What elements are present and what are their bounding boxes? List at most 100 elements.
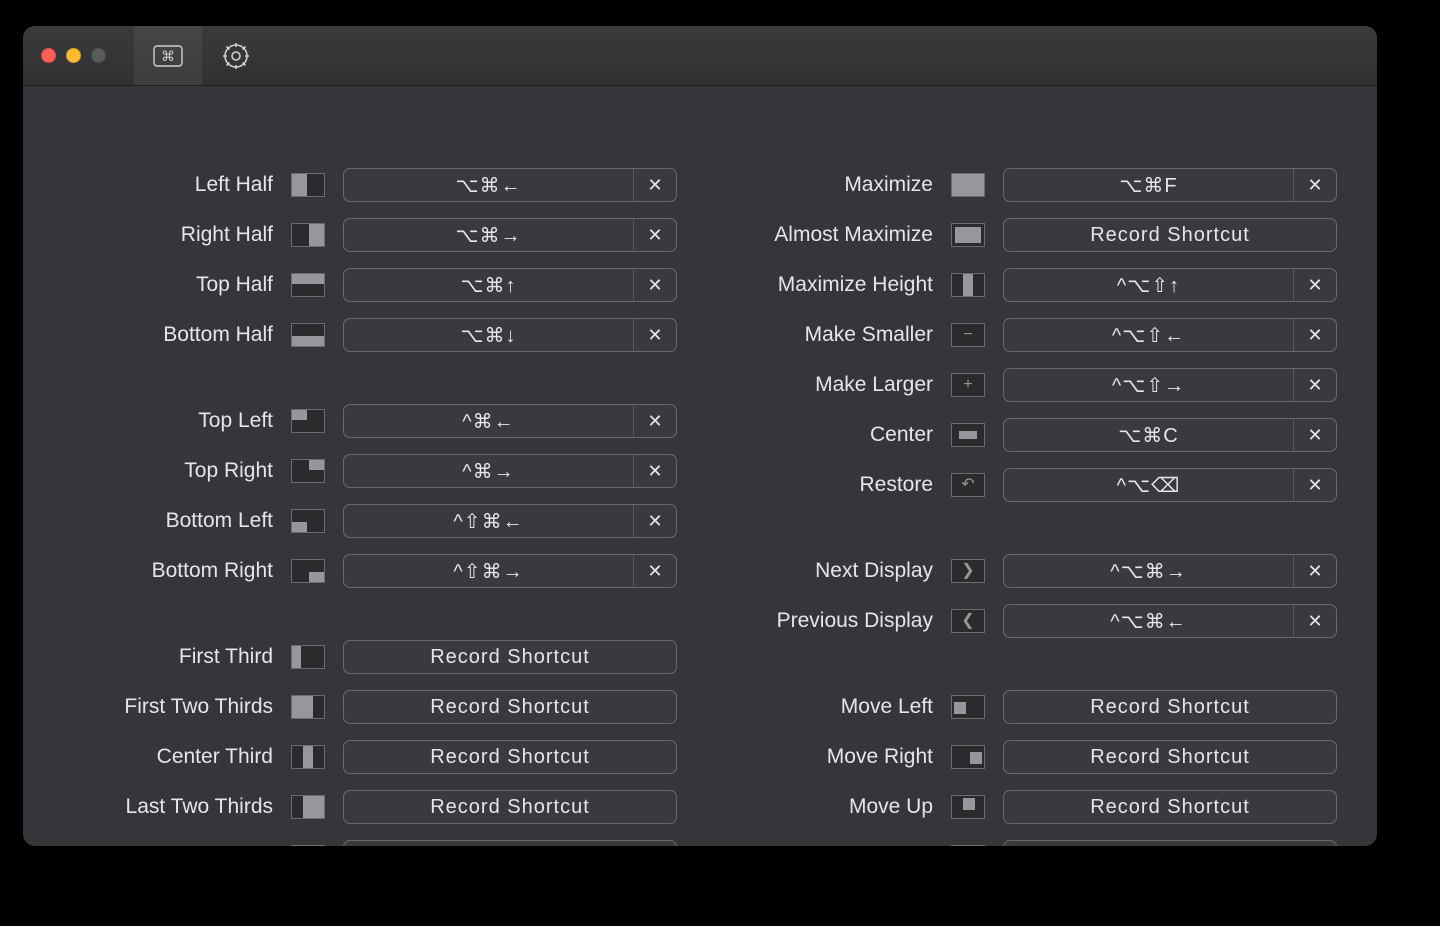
shortcut-button-move-down[interactable]: Record Shortcut xyxy=(1003,840,1337,846)
shortcut-control-center-third: Record Shortcut xyxy=(343,740,677,774)
clear-shortcut-center[interactable]: ✕ xyxy=(1293,418,1337,452)
layout-thumb-icon xyxy=(291,409,325,433)
shortcut-button-almost-maximize[interactable]: Record Shortcut xyxy=(1003,218,1337,252)
shortcut-control-bottom-half: ⌥⌘↓ ✕ xyxy=(343,318,677,352)
close-icon: ✕ xyxy=(1307,475,1322,496)
row-left-half: Left Half ⌥⌘←✕ xyxy=(63,160,677,210)
shortcut-button-move-left[interactable]: Record Shortcut xyxy=(1003,690,1337,724)
zoom-window-button[interactable] xyxy=(91,48,106,63)
close-icon: ✕ xyxy=(1307,375,1322,396)
shortcut-button-maximize[interactable]: ⌥⌘F xyxy=(1003,168,1293,202)
layout-thumb-icon xyxy=(951,695,985,719)
clear-shortcut-maximize-height[interactable]: ✕ xyxy=(1293,268,1337,302)
clear-shortcut-top-half[interactable]: ✕ xyxy=(633,268,677,302)
shortcut-button-restore[interactable]: ^⌥⌫ xyxy=(1003,468,1293,502)
row-top-half: Top Half⌥⌘↑✕ xyxy=(63,260,677,310)
shortcut-control-move-left: Record Shortcut xyxy=(1003,690,1337,724)
row-last-two-thirds: Last Two ThirdsRecord Shortcut xyxy=(63,782,677,832)
label-right-half: Right Half xyxy=(63,223,273,247)
shortcut-button-bottom-left[interactable]: ^⇧⌘← xyxy=(343,504,633,538)
row-top-left: Top Left^⌘←✕ xyxy=(63,396,677,446)
row-almost-maximize: Almost MaximizeRecord Shortcut xyxy=(723,210,1337,260)
clear-shortcut-bottom-left[interactable]: ✕ xyxy=(633,504,677,538)
shortcut-control-previous-display: ^⌥⌘←✕ xyxy=(1003,604,1337,638)
clear-shortcut-make-smaller[interactable]: ✕ xyxy=(1293,318,1337,352)
group-left-2: Top Left^⌘←✕Top Right^⌘→✕Bottom Left^⇧⌘←… xyxy=(63,396,677,596)
shortcuts-column-right: Maximize⌥⌘F✕Almost MaximizeRecord Shortc… xyxy=(723,160,1337,846)
row-first-third: First Third Record Shortcut xyxy=(63,632,677,682)
shortcut-button-move-up[interactable]: Record Shortcut xyxy=(1003,790,1337,824)
clear-shortcut-bottom-half[interactable]: ✕ xyxy=(633,318,677,352)
shortcut-button-make-larger[interactable]: ^⌥⇧→ xyxy=(1003,368,1293,402)
label-center-third: Center Third xyxy=(63,745,273,769)
shortcut-button-top-left[interactable]: ^⌘← xyxy=(343,404,633,438)
close-icon: ✕ xyxy=(647,325,662,346)
shortcut-button-top-right[interactable]: ^⌘→ xyxy=(343,454,633,488)
window-controls xyxy=(41,48,106,63)
clear-shortcut-top-right[interactable]: ✕ xyxy=(633,454,677,488)
row-make-larger: Make Larger+^⌥⇧→✕ xyxy=(723,360,1337,410)
clear-shortcut-left-half[interactable]: ✕ xyxy=(633,168,677,202)
shortcut-button-bottom-right[interactable]: ^⇧⌘→ xyxy=(343,554,633,588)
shortcut-control-next-display: ^⌥⌘→✕ xyxy=(1003,554,1337,588)
shortcut-control-left-half: ⌥⌘←✕ xyxy=(343,168,677,202)
shortcut-control-almost-maximize: Record Shortcut xyxy=(1003,218,1337,252)
clear-shortcut-next-display[interactable]: ✕ xyxy=(1293,554,1337,588)
shortcut-button-bottom-half[interactable]: ⌥⌘↓ xyxy=(343,318,633,352)
layout-thumb-icon xyxy=(951,423,985,447)
layout-thumb-icon xyxy=(291,559,325,583)
shortcut-control-make-larger: ^⌥⇧→ ✕ xyxy=(1003,368,1337,402)
clear-shortcut-top-left[interactable]: ✕ xyxy=(633,404,677,438)
shortcut-button-left-half[interactable]: ⌥⌘← xyxy=(343,168,633,202)
shortcut-button-first-two-thirds[interactable]: Record Shortcut xyxy=(343,690,677,724)
shortcut-button-previous-display[interactable]: ^⌥⌘← xyxy=(1003,604,1293,638)
clear-shortcut-right-half[interactable]: ✕ xyxy=(633,218,677,252)
label-left-half: Left Half xyxy=(63,173,273,197)
group-left-1: Left Half⌥⌘←✕Right Half⌥⌘→✕Top Half⌥⌘↑✕B… xyxy=(63,160,677,360)
label-move-right: Move Right xyxy=(723,745,933,769)
minimize-window-button[interactable] xyxy=(66,48,81,63)
shortcut-button-make-smaller[interactable]: ^⌥⇧← xyxy=(1003,318,1293,352)
label-move-up: Move Up xyxy=(723,795,933,819)
clear-shortcut-bottom-right[interactable]: ✕ xyxy=(633,554,677,588)
layout-thumb-icon xyxy=(291,223,325,247)
shortcut-button-first-third[interactable]: Record Shortcut xyxy=(343,640,677,674)
shortcut-control-bottom-right: ^⇧⌘→✕ xyxy=(343,554,677,588)
shortcut-control-first-third: Record Shortcut xyxy=(343,640,677,674)
group-right-2: Next Display❯^⌥⌘→✕Previous Display❮^⌥⌘←✕ xyxy=(723,546,1337,646)
shortcut-control-top-left: ^⌘←✕ xyxy=(343,404,677,438)
shortcut-button-right-half[interactable]: ⌥⌘→ xyxy=(343,218,633,252)
row-last-third: Last Third Record Shortcut xyxy=(63,832,677,846)
layout-thumb-icon xyxy=(291,795,325,819)
shortcut-button-next-display[interactable]: ^⌥⌘→ xyxy=(1003,554,1293,588)
label-first-third: First Third xyxy=(63,645,273,669)
shortcuts-panel: Left Half⌥⌘←✕Right Half⌥⌘→✕Top Half⌥⌘↑✕B… xyxy=(23,86,1377,846)
label-bottom-right: Bottom Right xyxy=(63,559,273,583)
tab-settings[interactable] xyxy=(202,26,270,85)
label-previous-display: Previous Display xyxy=(723,609,933,633)
shortcut-button-move-right[interactable]: Record Shortcut xyxy=(1003,740,1337,774)
clear-shortcut-maximize[interactable]: ✕ xyxy=(1293,168,1337,202)
label-center: Center xyxy=(723,423,933,447)
label-last-third: Last Third xyxy=(63,845,273,846)
shortcut-button-top-half[interactable]: ⌥⌘↑ xyxy=(343,268,633,302)
label-move-down: Move Down xyxy=(723,845,933,846)
row-center-third: Center Third Record Shortcut xyxy=(63,732,677,782)
shortcut-button-maximize-height[interactable]: ^⌥⇧↑ xyxy=(1003,268,1293,302)
layout-thumb-icon xyxy=(291,459,325,483)
clear-shortcut-restore[interactable]: ✕ xyxy=(1293,468,1337,502)
tab-shortcuts[interactable]: ⌘ xyxy=(134,26,202,85)
shortcut-control-top-right: ^⌘→✕ xyxy=(343,454,677,488)
shortcut-button-last-third[interactable]: Record Shortcut xyxy=(343,840,677,846)
row-previous-display: Previous Display❮^⌥⌘←✕ xyxy=(723,596,1337,646)
shortcut-button-last-two-thirds[interactable]: Record Shortcut xyxy=(343,790,677,824)
label-top-right: Top Right xyxy=(63,459,273,483)
clear-shortcut-make-larger[interactable]: ✕ xyxy=(1293,368,1337,402)
shortcut-button-center[interactable]: ⌥⌘C xyxy=(1003,418,1293,452)
shortcut-control-right-half: ⌥⌘→✕ xyxy=(343,218,677,252)
close-window-button[interactable] xyxy=(41,48,56,63)
clear-shortcut-previous-display[interactable]: ✕ xyxy=(1293,604,1337,638)
shortcut-button-center-third[interactable]: Record Shortcut xyxy=(343,740,677,774)
layout-thumb-icon xyxy=(291,695,325,719)
layout-thumb-icon xyxy=(951,795,985,819)
